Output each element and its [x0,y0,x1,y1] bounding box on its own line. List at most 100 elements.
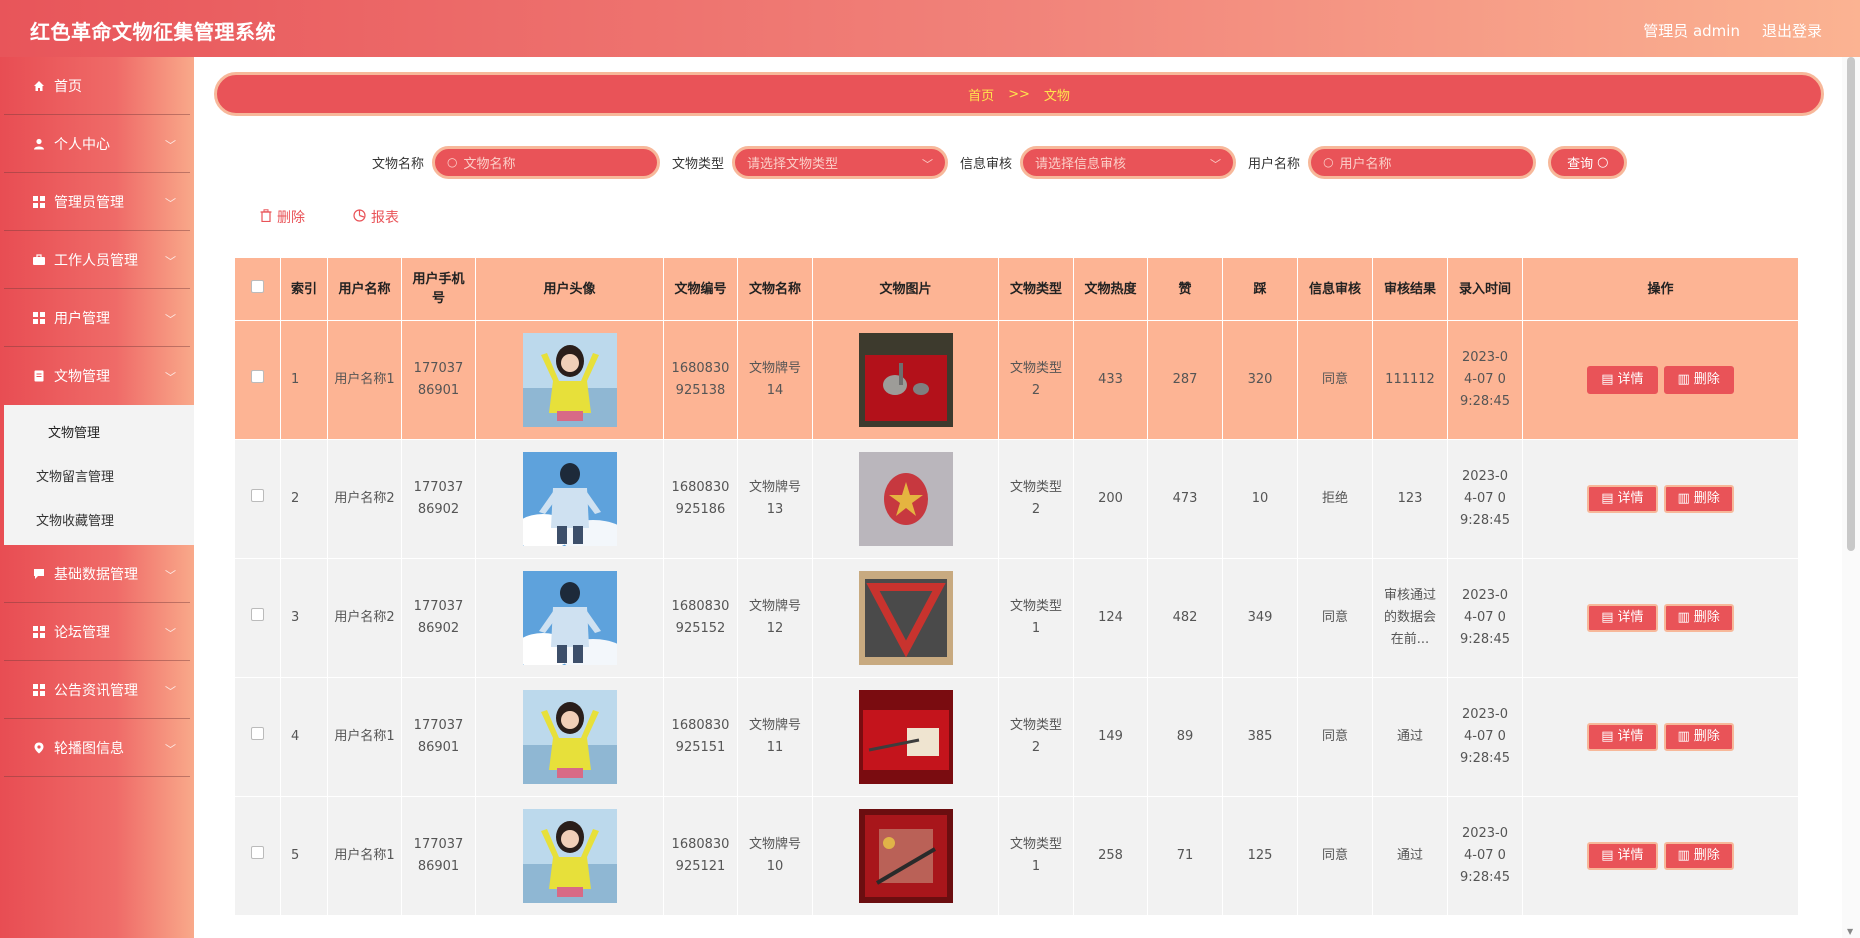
sidebar-item-relics[interactable]: 文物管理 ﹀ [4,347,190,405]
chevron-up-icon: ﹀ [165,371,176,384]
cell-dislikes: 10 [1222,439,1298,559]
row-checkbox[interactable] [251,727,264,740]
select-all-checkbox[interactable] [251,279,264,293]
submenu-item-relic-favorites[interactable]: 文物收藏管理 [4,497,194,541]
sidebar-item-forum[interactable]: 论坛管理 ﹀ [4,603,190,661]
query-button[interactable]: 查询 ○ [1548,145,1628,179]
avatar-image [522,809,617,903]
cell-likes: 473 [1147,439,1223,559]
table-row[interactable]: 5 用户名称1 17703786901 1680830925121 文物牌号10 文物类型… [234,796,1798,916]
sidebar-item-news[interactable]: 公告资讯管理 ﹀ [4,661,190,719]
table-actions: 删除 报表 [260,207,399,227]
avatar-image [522,571,617,665]
report-button[interactable]: 报表 [353,207,399,227]
cell-dislikes: 385 [1222,677,1298,797]
row-checkbox[interactable] [251,370,264,383]
relic-image [858,809,953,903]
cell-dislikes: 349 [1222,558,1298,678]
cell-user-name: 用户名称1 [327,320,402,440]
submenu-item-relic-manage[interactable]: 文物管理 [4,409,194,453]
sidebar-item-basic-data[interactable]: 基础数据管理 ﹀ [4,545,190,603]
cell-user-avatar [475,796,664,916]
audit-select[interactable]: 请选择信息审核 ﹀ [1020,145,1237,179]
table-row[interactable]: 1 用户名称1 17703786901 1680830925138 文物牌号14 文物类型… [234,320,1798,440]
cell-relic-heat: 200 [1073,439,1148,559]
breadcrumb-home[interactable]: 首页 [968,85,994,104]
cell-operations: ▤ 详情 ▥ 删除 [1522,796,1798,916]
delete-button[interactable]: ▥ 删除 [1663,366,1734,394]
detail-button[interactable]: ▤ 详情 [1587,485,1658,513]
sidebar-item-carousel[interactable]: 轮播图信息 ﹀ [4,719,190,777]
delete-button[interactable]: ▥ 删除 [1663,485,1734,513]
document-icon: ▤ [1601,610,1614,625]
trash-icon: ▥ [1677,610,1690,625]
filter-name-label: 文物名称 [372,156,425,172]
pie-chart-icon [353,208,366,226]
sidebar-item-staff[interactable]: 工作人员管理 ﹀ [4,231,190,289]
cell-user-avatar [475,677,664,797]
cell-index: 2 [280,439,328,559]
sidebar-item-users[interactable]: 用户管理 ﹀ [4,289,190,347]
grid-icon [32,625,46,639]
cell-relic-image [812,320,999,440]
table-row[interactable]: 3 用户名称2 17703786902 1680830925152 文物牌号12 文物类型… [234,558,1798,678]
document-icon: ▤ [1601,848,1614,863]
detail-button-label: 详情 [1617,491,1644,506]
trash-icon: ▥ [1677,848,1690,863]
cell-index: 3 [280,558,328,678]
detail-button[interactable]: ▤ 详情 [1587,366,1658,394]
chevron-down-icon: ﹀ [165,743,176,756]
cell-likes: 287 [1147,320,1223,440]
search-icon: ○ [1323,155,1334,169]
row-select-cell [234,677,281,797]
cell-index: 4 [280,677,328,797]
cell-user-phone: 17703786902 [401,439,476,559]
table-row[interactable]: 2 用户名称2 17703786902 1680830925186 文物牌号13 文物类型… [234,439,1798,559]
row-checkbox[interactable] [251,489,264,502]
relic-type-select[interactable]: 请选择文物类型 ﹀ [732,145,949,179]
delete-button[interactable]: ▥ 删除 [1663,842,1734,870]
sidebar-item-personal[interactable]: 个人中心 ﹀ [4,115,190,173]
select-all-header [234,257,281,321]
logout-link[interactable]: 退出登录 [1762,20,1822,41]
table-row[interactable]: 4 用户名称1 17703786901 1680830925151 文物牌号11 文物类型… [234,677,1798,797]
cell-relic-heat: 149 [1073,677,1148,797]
sidebar-item-admins[interactable]: 管理员管理 ﹀ [4,173,190,231]
detail-button[interactable]: ▤ 详情 [1587,723,1658,751]
delete-button[interactable]: ▥ 删除 [1663,723,1734,751]
cell-relic-name: 文物牌号12 [737,558,813,678]
document-icon: ▤ [1601,491,1614,506]
relic-name-input[interactable]: ○ 文物名称 [432,145,661,179]
sidebar-item-home[interactable]: 首页 [4,57,190,115]
cell-operations: ▤ 详情 ▥ 删除 [1522,439,1798,559]
cell-likes: 482 [1147,558,1223,678]
cell-user-name: 用户名称1 [327,677,402,797]
column-header: 文物名称 [737,257,813,321]
query-button-label: 查询 [1567,156,1594,172]
delete-button[interactable]: ▥ 删除 [1663,604,1734,632]
document-icon: ▤ [1601,729,1614,744]
sidebar-item-label: 首页 [54,78,82,95]
user-name-input[interactable]: ○ 用户名称 [1308,145,1537,179]
scrollbar-thumb[interactable] [1847,57,1855,551]
column-header: 用户名称 [327,257,402,321]
cell-relic-name: 文物牌号14 [737,320,813,440]
search-icon: ○ [1597,154,1609,170]
briefcase-icon [32,253,46,267]
row-checkbox[interactable] [251,846,264,859]
batch-delete-button[interactable]: 删除 [260,207,305,227]
scroll-down-arrow[interactable]: ▼ [1847,927,1853,936]
column-header: 用户手机号 [401,257,476,321]
page-scrollbar[interactable]: ▼ [1842,57,1860,938]
detail-button[interactable]: ▤ 详情 [1587,604,1658,632]
user-icon [32,137,46,151]
sidebar: 首页 个人中心 ﹀ 管理员管理 ﹀ 工作人员管理 ﹀ 用户管理 ﹀ 文物管理 ﹀ [0,57,194,938]
cell-relic-image [812,677,999,797]
cell-user-avatar [475,320,664,440]
row-checkbox[interactable] [251,608,264,621]
submenu-item-relic-comments[interactable]: 文物留言管理 [4,453,194,497]
cell-audit: 同意 [1297,796,1373,916]
chevron-down-icon: ﹀ [165,255,176,268]
header-right: 管理员 admin 退出登录 [1643,20,1822,41]
detail-button[interactable]: ▤ 详情 [1587,842,1658,870]
